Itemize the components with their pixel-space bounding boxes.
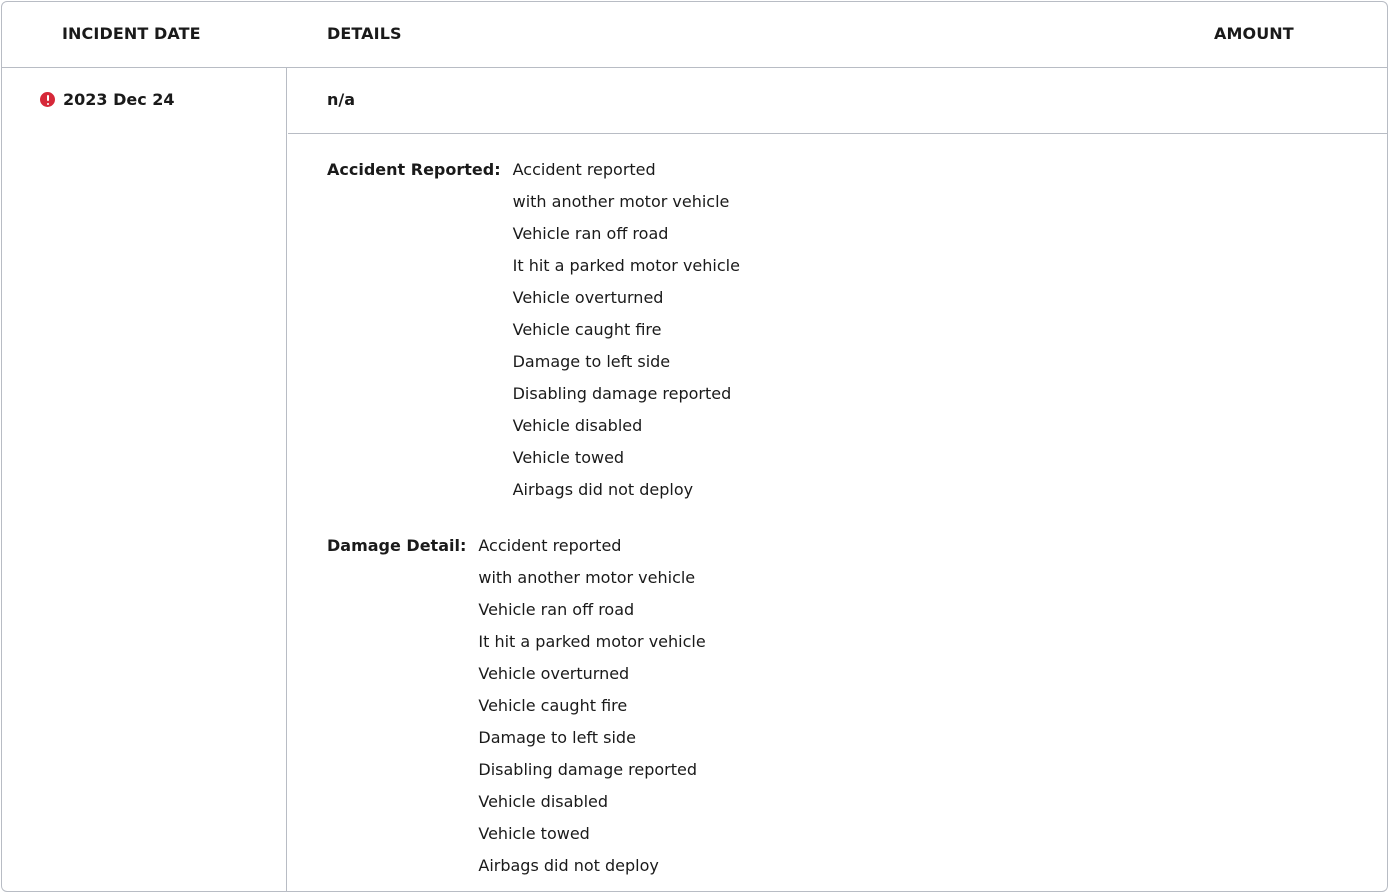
details-summary-row: n/a bbox=[288, 68, 1387, 134]
accident-reported-section: Accident Reported: Accident reported wit… bbox=[327, 154, 740, 506]
damage-detail-section: Damage Detail: Accident reported with an… bbox=[327, 530, 706, 882]
list-item: Vehicle overturned bbox=[512, 288, 664, 307]
list-item: Vehicle ran off road bbox=[478, 600, 635, 619]
list-item: Disabling damage reported bbox=[478, 760, 698, 779]
list-item: Disabling damage reported bbox=[512, 384, 732, 403]
list-item: with another motor vehicle bbox=[478, 568, 696, 587]
header-amount: AMOUNT bbox=[1214, 24, 1294, 43]
list-item: Damage to left side bbox=[512, 352, 671, 371]
list-item: Accident reported bbox=[512, 160, 656, 179]
list-item: Airbags did not deploy bbox=[512, 480, 694, 499]
list-item: Vehicle towed bbox=[512, 448, 625, 467]
list-item: Airbags did not deploy bbox=[478, 856, 659, 875]
damage-detail-list: Accident reported with another motor veh… bbox=[478, 530, 705, 882]
list-item: Vehicle caught fire bbox=[512, 320, 662, 339]
table-header-row: INCIDENT DATE DETAILS AMOUNT bbox=[2, 2, 1387, 68]
incident-table: INCIDENT DATE DETAILS AMOUNT 2023 Dec 24… bbox=[1, 1, 1388, 892]
damage-detail-label: Damage Detail: bbox=[327, 536, 467, 555]
details-summary: n/a bbox=[327, 90, 356, 109]
header-details: DETAILS bbox=[327, 24, 402, 43]
incident-date-cell: 2023 Dec 24 bbox=[2, 68, 287, 891]
table-row: 2023 Dec 24 n/a Accident Reported: Accid… bbox=[2, 68, 1387, 891]
list-item: Vehicle disabled bbox=[512, 416, 643, 435]
details-cell: n/a Accident Reported: Accident reported… bbox=[288, 68, 1387, 891]
list-item: Accident reported bbox=[478, 536, 622, 555]
alert-circle-icon bbox=[40, 92, 55, 107]
list-item: with another motor vehicle bbox=[512, 192, 730, 211]
list-item: Vehicle ran off road bbox=[512, 224, 669, 243]
list-item: It hit a parked motor vehicle bbox=[512, 256, 740, 275]
list-item: Vehicle disabled bbox=[478, 792, 609, 811]
header-incident-date: INCIDENT DATE bbox=[62, 24, 201, 43]
list-item: Vehicle caught fire bbox=[478, 696, 628, 715]
incident-date: 2023 Dec 24 bbox=[40, 90, 175, 109]
list-item: Damage to left side bbox=[478, 728, 636, 747]
list-item: It hit a parked motor vehicle bbox=[478, 632, 706, 651]
accident-reported-list: Accident reported with another motor veh… bbox=[513, 154, 740, 506]
list-item: Vehicle overturned bbox=[478, 664, 630, 683]
list-item: Vehicle towed bbox=[478, 824, 590, 843]
incident-date-text: 2023 Dec 24 bbox=[63, 90, 175, 109]
accident-reported-label: Accident Reported: bbox=[327, 160, 501, 179]
